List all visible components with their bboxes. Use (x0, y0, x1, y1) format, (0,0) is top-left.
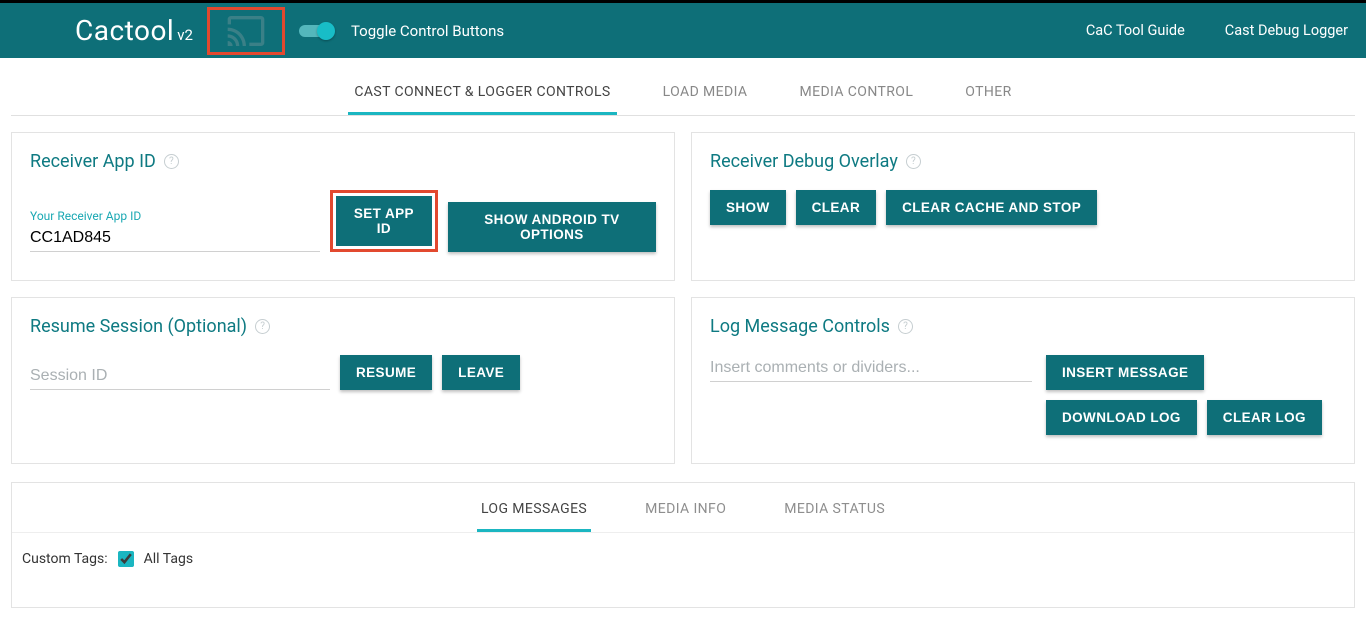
all-tags-checkbox[interactable] (118, 551, 134, 567)
help-icon[interactable]: ? (898, 319, 913, 334)
download-log-button[interactable]: DOWNLOAD LOG (1046, 400, 1197, 435)
tab-other[interactable]: OTHER (959, 70, 1017, 115)
cast-icon-highlight (207, 7, 285, 55)
help-icon[interactable]: ? (255, 319, 270, 334)
help-icon[interactable]: ? (906, 154, 921, 169)
tab-media-control[interactable]: MEDIA CONTROL (793, 70, 919, 115)
receiver-app-id-label: Your Receiver App ID (30, 209, 320, 223)
app-header: Cactool v2 Toggle Control Buttons CaC To… (0, 3, 1366, 58)
cast-icon[interactable] (220, 11, 272, 51)
custom-tags-label: Custom Tags: (22, 551, 108, 567)
bottom-panel: LOG MESSAGES MEDIA INFO MEDIA STATUS Cus… (11, 482, 1355, 608)
clear-log-button[interactable]: CLEAR LOG (1207, 400, 1322, 435)
overlay-clear-cache-stop-button[interactable]: CLEAR CACHE AND STOP (886, 190, 1097, 225)
brand: Cactool v2 (75, 14, 193, 47)
card-log-message-controls: Log Message Controls ? INSERT MESSAGE DO… (691, 297, 1355, 464)
card-receiver-debug-overlay: Receiver Debug Overlay ? SHOW CLEAR CLEA… (691, 132, 1355, 281)
card-receiver-app-id: Receiver App ID ? Your Receiver App ID S… (11, 132, 675, 281)
tab-cast-connect-logger[interactable]: CAST CONNECT & LOGGER CONTROLS (348, 70, 616, 115)
leave-button[interactable]: LEAVE (442, 355, 520, 390)
btab-media-info[interactable]: MEDIA INFO (641, 483, 730, 532)
card-title-log: Log Message Controls (710, 316, 890, 337)
set-app-id-button[interactable]: SET APP ID (336, 196, 432, 246)
log-comment-input[interactable] (710, 355, 1032, 382)
brand-version: v2 (177, 26, 193, 44)
toggle-label: Toggle Control Buttons (351, 22, 504, 40)
main-tabs: CAST CONNECT & LOGGER CONTROLS LOAD MEDI… (11, 70, 1355, 116)
card-title-resume: Resume Session (Optional) (30, 316, 247, 337)
bottom-tabs: LOG MESSAGES MEDIA INFO MEDIA STATUS (12, 483, 1354, 533)
card-title-overlay: Receiver Debug Overlay (710, 151, 898, 172)
tab-load-media[interactable]: LOAD MEDIA (657, 70, 754, 115)
link-cac-tool-guide[interactable]: CaC Tool Guide (1086, 22, 1185, 39)
card-resume-session: Resume Session (Optional) ? RESUME LEAVE (11, 297, 675, 464)
overlay-clear-button[interactable]: CLEAR (796, 190, 877, 225)
card-title-receiver-app: Receiver App ID (30, 151, 156, 172)
brand-title: Cactool (75, 14, 174, 47)
resume-button[interactable]: RESUME (340, 355, 432, 390)
toggle-control-buttons[interactable]: Toggle Control Buttons (299, 22, 504, 40)
btab-log-messages[interactable]: LOG MESSAGES (477, 483, 591, 532)
btab-media-status[interactable]: MEDIA STATUS (780, 483, 889, 532)
insert-message-button[interactable]: INSERT MESSAGE (1046, 355, 1204, 390)
session-id-input[interactable] (30, 363, 330, 390)
overlay-show-button[interactable]: SHOW (710, 190, 786, 225)
all-tags-label: All Tags (144, 551, 193, 567)
link-cast-debug-logger[interactable]: Cast Debug Logger (1225, 22, 1348, 39)
set-app-id-highlight: SET APP ID (330, 190, 438, 252)
receiver-app-id-input[interactable] (30, 225, 320, 252)
help-icon[interactable]: ? (164, 154, 179, 169)
show-android-tv-options-button[interactable]: SHOW ANDROID TV OPTIONS (448, 202, 656, 252)
